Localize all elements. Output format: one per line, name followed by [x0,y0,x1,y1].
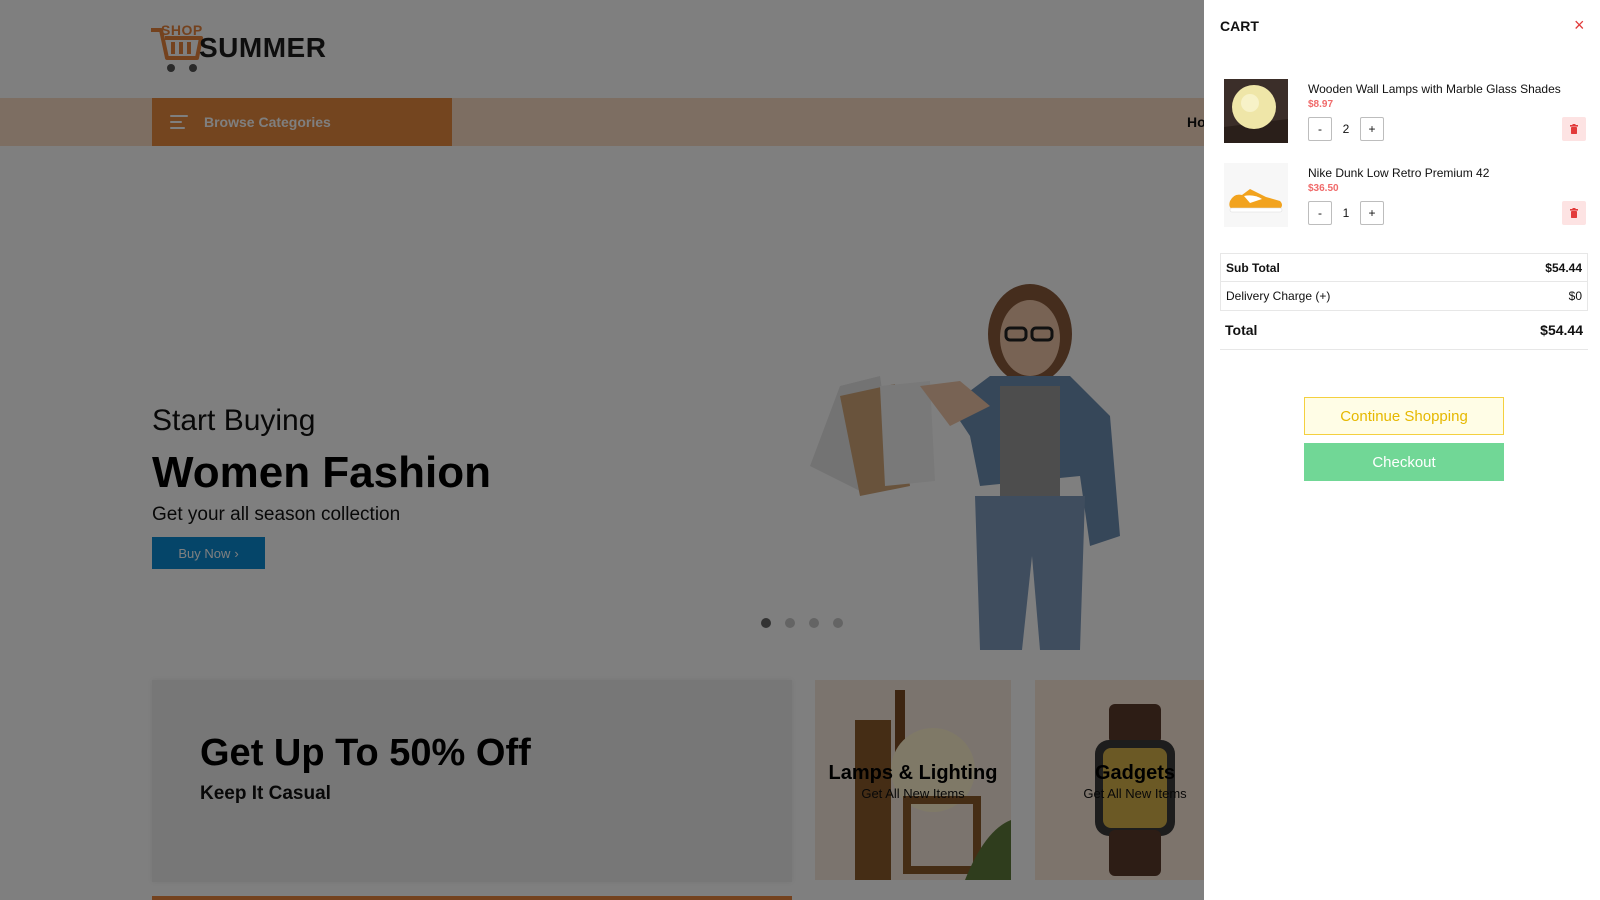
delivery-row: Delivery Charge (+) $0 [1220,282,1588,311]
subtotal-value: $54.44 [1545,260,1582,275]
total-value: $54.44 [1540,322,1583,338]
cart-item-price: $36.50 [1308,183,1339,194]
close-icon[interactable]: × [1574,16,1585,34]
cart-title: CART [1220,18,1259,34]
cart-item: Wooden Wall Lamps with Marble Glass Shad… [1224,79,1586,143]
sneaker-thumbnail[interactable] [1224,163,1288,227]
delivery-label: Delivery Charge (+) [1226,289,1331,303]
qty-increase-button[interactable]: + [1360,201,1384,225]
sneaker-image-icon [1224,163,1288,227]
total-label: Total [1225,322,1258,338]
trash-icon[interactable] [1562,117,1586,141]
lamp-image-icon [1224,79,1288,143]
cart-drawer: CART × Wooden Wall Lamps with Marble Gla… [1204,0,1600,900]
subtotal-label: Sub Total [1226,260,1280,275]
trash-icon[interactable] [1562,201,1586,225]
total-row: Total $54.44 [1220,311,1588,350]
qty-increase-button[interactable]: + [1360,117,1384,141]
cart-summary-table: Sub Total $54.44 Delivery Charge (+) $0 … [1220,253,1588,350]
qty-decrease-button[interactable]: - [1308,201,1332,225]
continue-shopping-button[interactable]: Continue Shopping [1304,397,1504,435]
lamp-thumbnail[interactable] [1224,79,1288,143]
qty-value: 1 [1342,206,1350,220]
delivery-value: $0 [1568,289,1582,303]
cart-item: Nike Dunk Low Retro Premium 42 $36.50 - … [1224,163,1586,227]
cart-item-price: $8.97 [1308,99,1334,110]
qty-decrease-button[interactable]: - [1308,117,1332,141]
cart-item-name[interactable]: Nike Dunk Low Retro Premium 42 [1308,166,1489,180]
cart-item-name[interactable]: Wooden Wall Lamps with Marble Glass Shad… [1308,82,1561,96]
checkout-button[interactable]: Checkout [1304,443,1504,481]
qty-value: 2 [1342,122,1350,136]
subtotal-row: Sub Total $54.44 [1220,253,1588,282]
